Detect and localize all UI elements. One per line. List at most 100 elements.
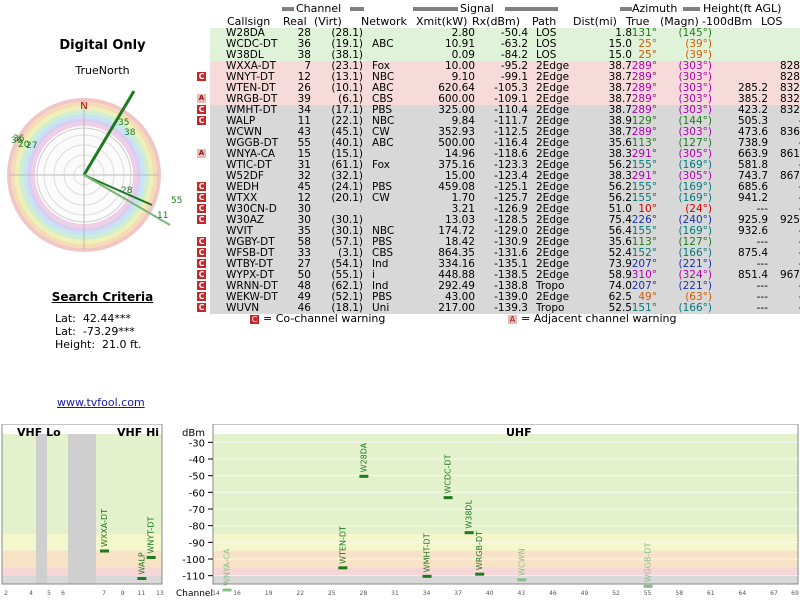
co-channel-warning-icon: C — [197, 292, 206, 301]
hdr-height: Height(ft AGL) — [703, 2, 781, 15]
x-tick-label: 46 — [549, 590, 557, 597]
x-tick-label: 49 — [581, 590, 589, 597]
legend-co-channel: C = Co-channel warning — [250, 312, 385, 325]
tvfool-link[interactable]: www.tvfool.com — [57, 396, 145, 409]
x-tick-label: 61 — [707, 590, 715, 597]
station-marker — [137, 577, 147, 580]
x-axis-label: Channel — [176, 589, 213, 599]
x-tick-label: 9 — [121, 590, 125, 597]
adjacent-channel-icon: A — [508, 314, 517, 324]
station-marker — [517, 578, 527, 582]
x-tick-label: 55 — [644, 590, 652, 597]
station-marker — [475, 572, 485, 576]
polar-label: 55 — [171, 196, 182, 206]
legend-adj-text: = Adjacent channel warning — [521, 312, 677, 325]
unused-channel-band — [36, 434, 47, 584]
station-label: WXXA-DT — [100, 509, 109, 547]
y-tick-label: -70 — [189, 505, 205, 516]
y-tick-label: -30 — [189, 438, 205, 449]
co-channel-warning-icon: C — [197, 116, 206, 125]
longitude-text: Lat: -73.29*** — [55, 325, 135, 338]
co-channel-warning-icon: C — [197, 204, 206, 213]
polar-label: 28 — [121, 186, 133, 196]
signal-band — [2, 575, 62, 584]
height-text: Height: 21.0 ft. — [55, 338, 142, 351]
panel-label-vhf-hi: VHF Hi — [117, 426, 159, 439]
cell-virt: (20.1) — [331, 192, 363, 204]
co-channel-warning-icon: C — [197, 270, 206, 279]
hdr-channel: Channel — [296, 2, 341, 15]
signal-band — [2, 550, 62, 568]
co-channel-warning-icon: C — [197, 215, 206, 224]
station-label: WALP — [137, 552, 146, 574]
compass-n-label: N — [80, 101, 87, 112]
station-label: WTEN-DT — [338, 526, 347, 564]
station-label: WGGB-DT — [644, 542, 653, 582]
y-tick-label: -60 — [189, 488, 205, 499]
cell-los: --- — [738, 281, 800, 292]
station-marker — [643, 584, 653, 588]
x-tick-label: 67 — [770, 590, 778, 597]
co-channel-warning-icon: C — [197, 303, 206, 312]
station-label: WNYA-CA — [223, 548, 232, 586]
latitude-text: Lat: 42.44*** — [55, 312, 131, 325]
x-tick-label: 11 — [138, 590, 146, 597]
adjacent-channel-warning-icon: A — [197, 149, 206, 158]
co-channel-warning-icon: C — [197, 237, 206, 246]
x-tick-label: 37 — [454, 590, 462, 597]
station-marker — [359, 474, 369, 478]
cell-los: --- — [738, 292, 800, 303]
location-info: Lat: 42.44*** Lat: -73.29*** Height: 21.… — [55, 312, 142, 351]
cell-los: --- — [738, 226, 800, 237]
table-header: Channel Signal Azimuth Height(ft AGL)Callsi… — [227, 2, 782, 28]
page-title: Digital Only — [59, 38, 146, 53]
y-tick-label: -50 — [189, 472, 205, 483]
co-channel-warning-icon: C — [197, 182, 206, 191]
y-tick-label: -100 — [182, 555, 205, 566]
co-channel-warning-icon: C — [197, 248, 206, 257]
column-header: Dist(mi) — [573, 15, 617, 28]
station-label: W38DL — [465, 499, 474, 528]
y-tick-label: -110 — [182, 572, 205, 583]
spectrum-chart: VHF Lo VHF Hi UHFdBm-30-40-50-60-70-80-90-… — [1, 424, 799, 599]
co-channel-warning-icon: C — [197, 281, 206, 290]
x-tick-label: 5 — [47, 590, 51, 597]
station-marker — [464, 531, 474, 535]
panel-label-uhf: UHF — [506, 426, 532, 439]
x-tick-label: 16 — [233, 590, 241, 597]
station-label: WMHT-DT — [423, 533, 432, 572]
x-tick-label: 19 — [265, 590, 273, 597]
station-label: WNYT-DT — [147, 517, 156, 554]
column-header: LOS — [761, 15, 782, 28]
x-tick-label: 58 — [675, 590, 683, 597]
x-tick-label: 6 — [61, 590, 65, 597]
station-marker — [338, 566, 348, 570]
x-tick-label: 2 — [4, 590, 8, 597]
signal-band — [2, 434, 62, 534]
unused-channel-band — [68, 434, 96, 584]
cell-los: 967.7 — [779, 269, 800, 281]
legend-adjacent-channel: A = Adjacent channel warning — [508, 312, 677, 325]
signal-band — [2, 534, 62, 551]
station-marker — [443, 496, 453, 500]
cell-los: --- — [738, 193, 800, 204]
signal-band — [213, 575, 798, 584]
x-tick-label: 40 — [486, 590, 494, 597]
legend-co-text: = Co-channel warning — [263, 312, 386, 325]
panel-label-vhf-lo: VHF Lo — [17, 426, 61, 439]
column-header: Network — [361, 15, 408, 28]
search-criteria-title: Search Criteria — [51, 290, 154, 304]
co-channel-warning-icon: C — [197, 105, 206, 114]
hdr-signal: Signal — [460, 2, 494, 15]
x-tick-label: 28 — [360, 590, 368, 597]
station-label: W28DA — [359, 442, 368, 472]
x-tick-label: 14 — [212, 590, 220, 597]
station-label: WRGB-DT — [475, 531, 484, 570]
x-tick-label: 34 — [423, 590, 431, 597]
x-tick-label: 64 — [739, 590, 747, 597]
x-tick-label: 7 — [102, 590, 106, 597]
polar-label: 27 — [26, 141, 37, 151]
x-tick-label: 43 — [517, 590, 525, 597]
y-tick-label: -90 — [189, 538, 205, 549]
cell-los: --- — [738, 303, 800, 314]
